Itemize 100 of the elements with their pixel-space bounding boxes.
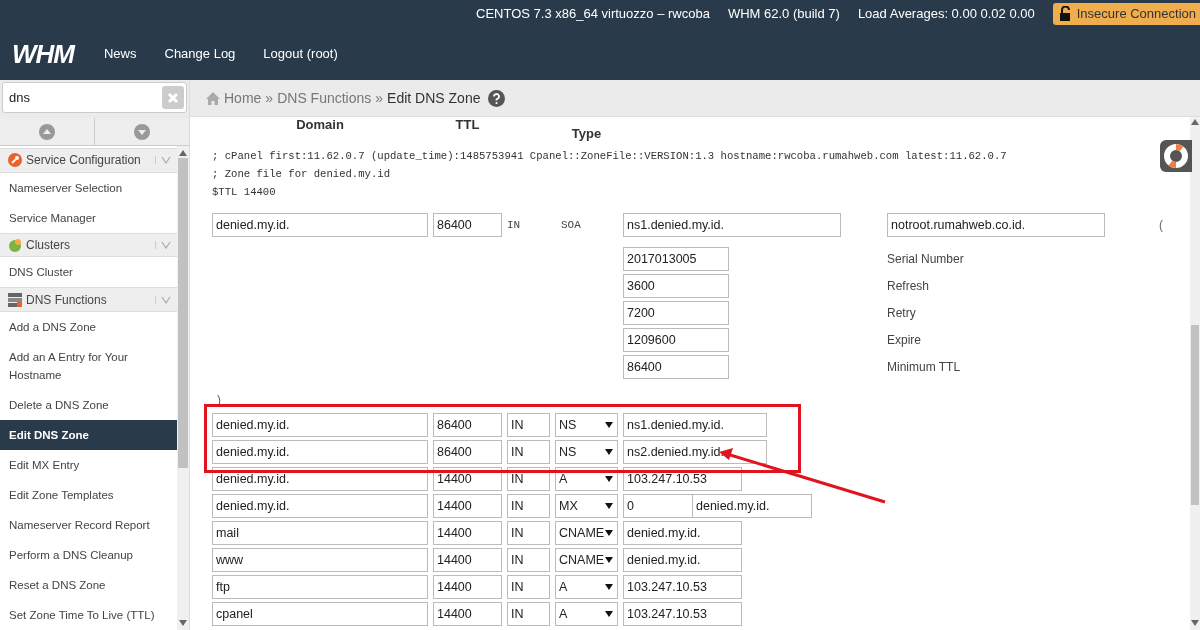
soa-value-field[interactable]: 2017013005: [623, 247, 729, 271]
nameserver-field[interactable]: ns1.denied.my.id.: [623, 213, 841, 237]
class-field[interactable]: IN: [507, 440, 550, 464]
ttl-field[interactable]: 14400: [433, 575, 502, 599]
type-label: SOA: [560, 217, 582, 233]
version-info: WHM 62.0 (build 7): [727, 5, 840, 24]
record-data-field[interactable]: denied.my.id.: [623, 521, 742, 545]
ttl-field[interactable]: 14400: [433, 521, 502, 545]
breadcrumb-separator: »: [265, 88, 274, 108]
domain-field[interactable]: denied.my.id.: [212, 440, 428, 464]
close-icon: [167, 91, 179, 104]
sidebar-section-header[interactable]: Service Configuration: [0, 148, 178, 173]
soa-value-field[interactable]: 3600: [623, 274, 729, 298]
sidebar-item[interactable]: Edit MX Entry: [0, 450, 178, 480]
domain-field[interactable]: denied.my.id.: [212, 494, 428, 518]
insecure-connection-button[interactable]: Insecure Connection: [1052, 3, 1200, 25]
record-type-select[interactable]: A: [555, 575, 618, 599]
class-field[interactable]: IN: [507, 467, 550, 491]
record-data-field[interactable]: 103.247.10.53: [623, 575, 742, 599]
record-type-select[interactable]: CNAME: [555, 548, 618, 572]
record-data-field[interactable]: ns2.denied.my.id.: [623, 440, 767, 464]
class-field[interactable]: IN: [507, 521, 550, 545]
zone-comment: ; Zone file for denied.my.id: [212, 167, 391, 182]
scrollbar-thumb[interactable]: [178, 158, 189, 468]
sidebar-item[interactable]: DNS Cluster: [0, 257, 178, 288]
sidebar-item[interactable]: Delete a DNS Zone: [0, 390, 178, 420]
help-icon[interactable]: [488, 89, 506, 107]
scroll-up-icon: [179, 150, 188, 156]
domain-field[interactable]: denied.my.id.: [212, 413, 428, 437]
class-field[interactable]: IN: [507, 602, 550, 626]
home-icon: [206, 91, 220, 105]
sidebar-item[interactable]: Nameserver Selection: [0, 172, 178, 203]
sidebar-item[interactable]: Perform a DNS Cleanup: [0, 540, 178, 570]
nav-link[interactable]: Change Log: [164, 44, 236, 64]
record-type-select[interactable]: NS: [555, 440, 618, 464]
nav-link[interactable]: News: [104, 44, 137, 64]
class-field[interactable]: IN: [507, 494, 550, 518]
field-label: Refresh: [887, 278, 930, 295]
breadcrumb-current[interactable]: Edit DNS Zone: [387, 87, 481, 109]
search-field[interactable]: dns: [2, 82, 187, 113]
ttl-field[interactable]: 86400: [433, 213, 502, 237]
sidebar-item[interactable]: Set Zone Time To Live (TTL): [0, 600, 178, 630]
class-field[interactable]: IN: [507, 575, 550, 599]
soa-value-field[interactable]: 1209600: [623, 328, 729, 352]
record-type-select[interactable]: A: [555, 602, 618, 626]
record-type-select[interactable]: CNAME: [555, 521, 618, 545]
sidebar-item[interactable]: Add an A Entry for Your Hostname: [0, 342, 178, 390]
ttl-field[interactable]: 86400: [433, 440, 502, 464]
sidebar-scrollbar[interactable]: [177, 146, 189, 630]
record-data-field[interactable]: 0: [623, 494, 693, 518]
sidebar-item[interactable]: Edit DNS Zone: [0, 420, 178, 450]
sidebar-item[interactable]: Reset a DNS Zone: [0, 570, 178, 600]
class-field[interactable]: IN: [507, 548, 550, 572]
record-type-select[interactable]: NS: [555, 413, 618, 437]
ttl-field[interactable]: 14400: [433, 494, 502, 518]
wrench-icon: [8, 153, 22, 168]
section-label: Service Configuration: [26, 152, 142, 170]
domain-field[interactable]: denied.my.id.: [212, 213, 428, 237]
domain-field[interactable]: mail: [212, 521, 428, 545]
domain-field[interactable]: www: [212, 548, 428, 572]
record-data-field[interactable]: 103.247.10.53: [623, 467, 742, 491]
sidebar-item[interactable]: Nameserver Record Report: [0, 510, 178, 540]
column-header: Type: [570, 125, 603, 141]
breadcrumb-link[interactable]: DNS Functions: [277, 87, 372, 109]
contact-field[interactable]: notroot.rumahweb.co.id.: [887, 213, 1105, 237]
class-field[interactable]: IN: [507, 413, 550, 437]
sidebar-item[interactable]: Add a DNS Zone: [0, 312, 178, 342]
sidebar-section-header[interactable]: DNS Functions: [0, 287, 178, 312]
load-averages: Load Averages: 0.00 0.02 0.00: [857, 5, 1035, 24]
dropdown-arrow-icon: [605, 449, 613, 455]
server-icon: [8, 292, 22, 307]
record-type-select[interactable]: MX: [555, 494, 618, 518]
sidebar-section-header[interactable]: Clusters: [0, 232, 178, 258]
content-scrollbar[interactable]: [1190, 117, 1200, 630]
sidebar-item[interactable]: Edit Zone Templates: [0, 480, 178, 510]
record-data-field[interactable]: denied.my.id.: [693, 494, 812, 518]
record-data-field[interactable]: ns1.denied.my.id.: [623, 413, 767, 437]
ttl-field[interactable]: 14400: [433, 548, 502, 572]
clear-search-button[interactable]: [162, 86, 184, 109]
domain-field[interactable]: cpanel: [212, 602, 428, 626]
whm-logo[interactable]: WHM: [12, 41, 74, 67]
record-data-field[interactable]: denied.my.id.: [623, 548, 742, 572]
soa-value-field[interactable]: 86400: [623, 355, 729, 379]
help-button[interactable]: [1160, 140, 1192, 172]
record-data-field[interactable]: 103.247.10.53: [623, 602, 742, 626]
record-type-select[interactable]: A: [555, 467, 618, 491]
ttl-field[interactable]: 14400: [433, 467, 502, 491]
domain-field[interactable]: ftp: [212, 575, 428, 599]
scrollbar-thumb[interactable]: [1191, 325, 1199, 505]
ttl-field[interactable]: 86400: [433, 413, 502, 437]
unlocked-padlock-icon: [1058, 6, 1073, 22]
nav-link[interactable]: Logout (root): [263, 44, 338, 64]
breadcrumb-link[interactable]: Home: [224, 87, 262, 109]
domain-field[interactable]: denied.my.id.: [212, 467, 428, 491]
ttl-field[interactable]: 14400: [433, 602, 502, 626]
scroll-down-icon: [1191, 620, 1199, 626]
field-label: Minimum TTL: [887, 359, 961, 376]
cluster-icon: [8, 238, 22, 252]
soa-value-field[interactable]: 7200: [623, 301, 729, 325]
sidebar-item[interactable]: Service Manager: [0, 202, 178, 233]
